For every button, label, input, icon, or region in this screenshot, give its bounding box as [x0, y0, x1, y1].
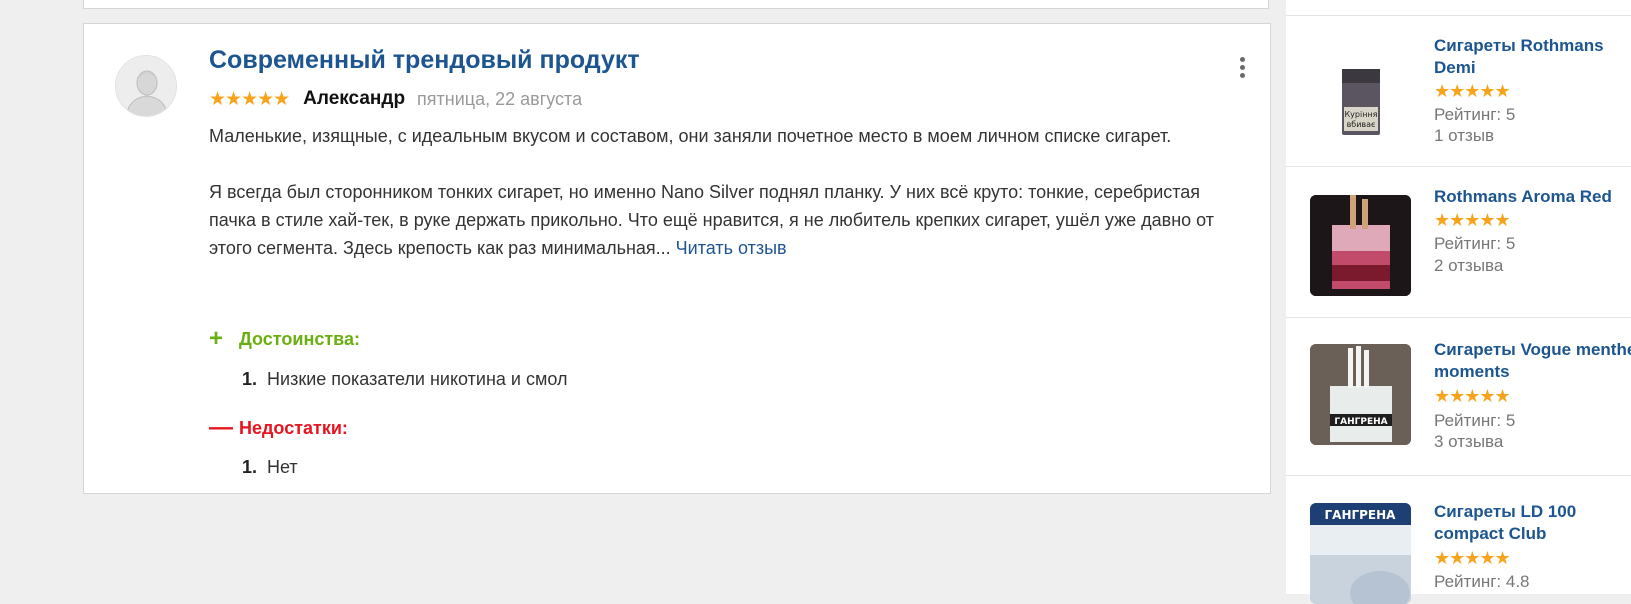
review-title[interactable]: Современный трендовый продукт [209, 46, 640, 75]
pros-item-number: 1. [242, 369, 258, 389]
product-name-line1[interactable]: Rothmans Aroma Red [1434, 186, 1612, 208]
product-name-line1[interactable]: Сигареты Rothmans [1434, 35, 1604, 57]
read-review-link[interactable]: Читать отзыв [676, 238, 787, 258]
plus-icon: + [209, 325, 224, 352]
product-stars: ★★★★★ [1434, 210, 1511, 230]
product-name-line1[interactable]: Сигареты Vogue menthe [1434, 339, 1631, 361]
more-vertical-icon[interactable] [1232, 54, 1252, 80]
product-name-line2[interactable]: compact Club [1434, 523, 1546, 545]
sidebar-product-rothmans-aroma-red[interactable]: Rothmans Aroma Red ★★★★★ Рейтинг: 5 2 от… [1286, 166, 1631, 318]
product-stars: ★★★★★ [1434, 386, 1511, 406]
cons-item: 1. Нет [242, 457, 298, 478]
cons-heading: — Недостатки: [209, 416, 348, 440]
product-thumbnail[interactable]: ГАНГРЕНА [1310, 344, 1411, 445]
review-meta: ★★★★★ Александр пятница, 22 августа [209, 87, 582, 111]
product-rating: Рейтинг: 5 [1434, 105, 1516, 124]
pros-list: 1. Низкие показатели никотина и смол [242, 369, 567, 390]
default-user-icon [116, 56, 176, 116]
minus-icon: — [209, 414, 233, 441]
cons-item-text: Нет [267, 457, 298, 477]
product-thumbnail[interactable]: Куріння вбиває [1310, 49, 1411, 150]
pros-item-text: Низкие показатели никотина и смол [267, 369, 568, 389]
product-name-line2[interactable]: Demi [1434, 57, 1476, 79]
thumb-warning: ГАНГРЕНА [1325, 508, 1397, 522]
product-review-count[interactable]: 1 отзыв [1434, 126, 1494, 146]
pros-item: 1. Низкие показатели никотина и смол [242, 369, 567, 390]
product-rating: Рейтинг: 5 [1434, 411, 1516, 430]
product-review-count[interactable]: 3 отзыва [1434, 432, 1503, 452]
cons-title: Недостатки: [239, 417, 348, 438]
sidebar-product-ld-100-compact[interactable]: ГАНГРЕНА Сигареты LD 100 compact Club ★★… [1286, 475, 1631, 604]
thumb-warning-top: Куріння [1345, 110, 1378, 119]
review-paragraph-1: Маленькие, изящные, с идеальным вкусом и… [209, 126, 1172, 146]
previous-review-card [83, 0, 1269, 9]
product-name-line1[interactable]: Сигареты LD 100 [1434, 501, 1576, 523]
review-paragraph-2: Я всегда был сторонником тонких сигарет,… [209, 178, 1239, 262]
product-stars: ★★★★★ [1434, 548, 1511, 568]
sidebar-product-vogue-menthe[interactable]: ГАНГРЕНА Сигареты Vogue menthe moments ★… [1286, 317, 1631, 476]
thumb-warning-bottom: вбиває [1347, 120, 1376, 129]
product-rating: Рейтинг: 5 [1434, 234, 1516, 253]
pros-title: Достоинства: [239, 328, 360, 349]
cons-item-number: 1. [242, 457, 258, 477]
user-avatar [115, 55, 177, 117]
product-rating: Рейтинг: 4.8 [1434, 572, 1530, 591]
review-date: пятница, 22 августа [417, 88, 583, 109]
product-thumbnail[interactable] [1310, 195, 1411, 296]
product-review-count[interactable]: 2 отзыва [1434, 256, 1503, 276]
sidebar-product-rothmans-demi[interactable]: Куріння вбиває Сигареты Rothmans Demi ★★… [1286, 15, 1631, 167]
cons-list: 1. Нет [242, 457, 298, 478]
pros-heading: + Достоинства: [209, 327, 360, 351]
review-body: Маленькие, изящные, с идеальным вкусом и… [209, 122, 1239, 262]
review-card: Современный трендовый продукт ★★★★★ Алек… [83, 23, 1271, 494]
author-name[interactable]: Александр [303, 88, 405, 110]
thumb-warning: ГАНГРЕНА [1334, 417, 1387, 427]
product-name-line2[interactable]: moments [1434, 361, 1510, 383]
product-stars: ★★★★★ [1434, 81, 1511, 101]
product-thumbnail[interactable]: ГАНГРЕНА [1310, 503, 1411, 604]
related-products-sidebar: Куріння вбиває Сигареты Rothmans Demi ★★… [1286, 0, 1631, 604]
rating-stars: ★★★★★ [209, 88, 290, 110]
